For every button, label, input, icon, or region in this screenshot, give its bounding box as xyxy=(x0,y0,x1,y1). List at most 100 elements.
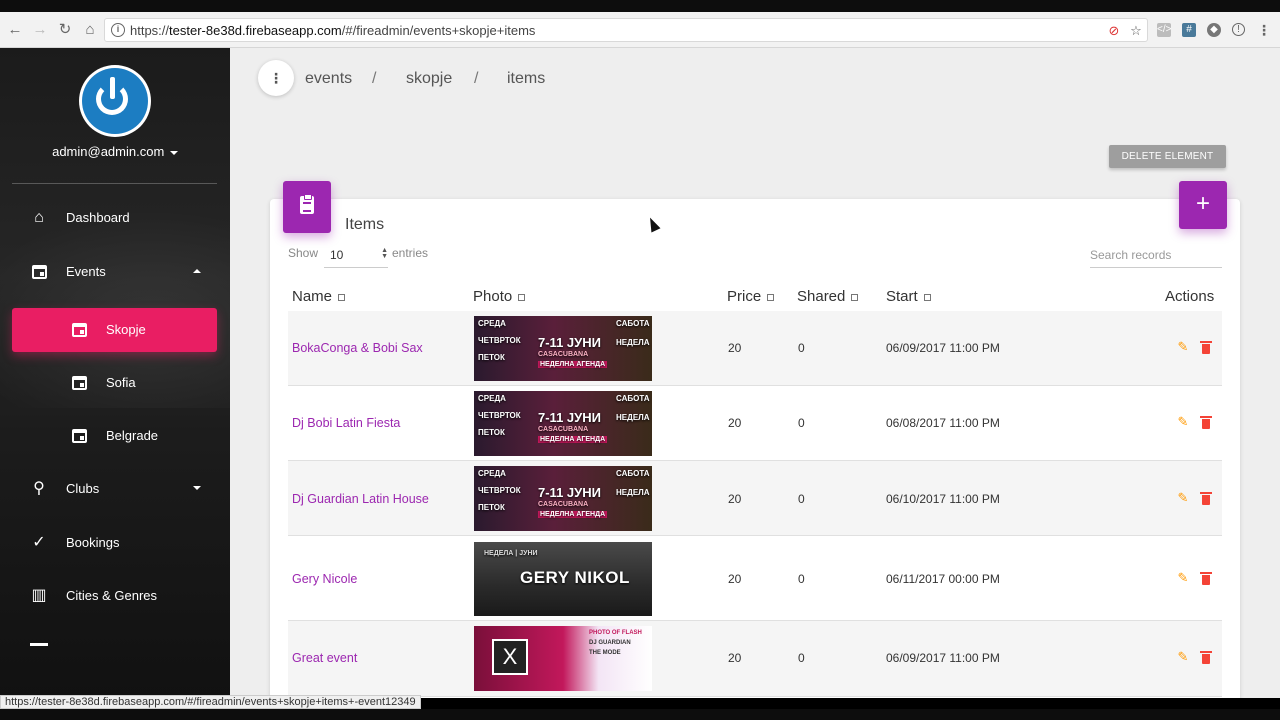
sort-icon xyxy=(923,293,931,301)
add-item-button[interactable]: + xyxy=(1179,181,1227,229)
user-menu[interactable]: admin@admin.com xyxy=(0,144,230,159)
browser-toolbar: ← → ↻ ⌂ i https://tester-8e38d.firebasea… xyxy=(0,12,1280,48)
column-header-shared[interactable]: Shared xyxy=(797,288,859,305)
edit-pencil-icon[interactable]: ✎ xyxy=(1176,571,1190,585)
blocked-popup-icon[interactable]: ⊘ xyxy=(1107,24,1121,38)
edit-pencil-icon[interactable]: ✎ xyxy=(1176,340,1190,354)
show-label: Show xyxy=(288,246,319,260)
item-start: 06/08/2017 11:00 PM xyxy=(886,416,1000,430)
sort-icon xyxy=(518,293,526,301)
home-icon: ⌂ xyxy=(34,209,44,226)
sidebar-item-events[interactable]: Events xyxy=(12,250,217,294)
column-header-actions: Actions xyxy=(1165,288,1215,305)
calendar-icon xyxy=(70,427,88,445)
sort-icon xyxy=(338,293,346,301)
browser-menu-icon[interactable]: ⋮ xyxy=(1257,23,1271,37)
item-photo: НЕДЕЛА | ЈУНИ GERY NIKOL xyxy=(474,542,652,616)
item-photo: СРЕДА ЧЕТВРТОК ПЕТОК 7-11 ЈУНИ CASACUBAN… xyxy=(474,466,652,531)
spinner-arrows-icon: ▲ ▼ xyxy=(381,247,388,260)
edit-pencil-icon[interactable]: ✎ xyxy=(1176,415,1190,429)
check-icon: ✓ xyxy=(32,534,46,551)
column-header-photo[interactable]: Photo xyxy=(473,288,526,305)
item-name-link[interactable]: Gery Nicole xyxy=(292,572,357,586)
item-price: 20 xyxy=(728,492,742,506)
item-shared: 0 xyxy=(798,651,805,665)
column-header-start[interactable]: Start xyxy=(886,288,931,305)
sidebar-item-cities-genres[interactable]: ▥ Cities & Genres xyxy=(12,574,217,618)
home-icon[interactable]: ⌂ xyxy=(81,21,99,39)
app-logo xyxy=(79,65,151,137)
sidebar-item-skopje[interactable]: Skopje xyxy=(12,308,217,352)
item-name-link[interactable]: Dj Guardian Latin House xyxy=(292,492,429,506)
edit-pencil-icon[interactable]: ✎ xyxy=(1176,650,1190,664)
delete-trash-icon[interactable] xyxy=(1200,651,1212,664)
table-row[interactable]: BokaConga & Bobi Sax СРЕДА ЧЕТВРТОК ПЕТО… xyxy=(288,311,1222,386)
delete-trash-icon[interactable] xyxy=(1200,572,1212,585)
sidebar-item-partial-icon xyxy=(30,643,48,646)
table-row[interactable]: Gery Nicole НЕДЕЛА | ЈУНИ GERY NIKOL 20 … xyxy=(288,537,1222,621)
item-shared: 0 xyxy=(798,341,805,355)
column-header-price[interactable]: Price xyxy=(727,288,775,305)
city-icon: ▥ xyxy=(31,587,47,604)
extension-code-icon[interactable]: </> xyxy=(1157,23,1171,37)
sidebar-item-dashboard[interactable]: ⌂ Dashboard xyxy=(12,196,217,240)
calendar-icon xyxy=(70,321,88,339)
table-row[interactable]: Great event X PHOTO OF FLASH DJ GUARDIAN… xyxy=(288,621,1222,697)
breadcrumb-items: items xyxy=(507,70,546,87)
table-row[interactable]: Dj Guardian Latin House СРЕДА ЧЕТВРТОК П… xyxy=(288,461,1222,536)
breadcrumb-menu-button[interactable]: ⋮ xyxy=(258,60,294,96)
sort-icon xyxy=(851,293,859,301)
delete-trash-icon[interactable] xyxy=(1200,416,1212,429)
reload-icon[interactable]: ↻ xyxy=(56,21,74,39)
breadcrumb-separator: / xyxy=(474,70,479,87)
bookmark-star-icon[interactable]: ☆ xyxy=(1129,24,1143,38)
item-price: 20 xyxy=(728,572,742,586)
back-arrow-icon[interactable]: ← xyxy=(6,21,24,39)
breadcrumb-events[interactable]: events xyxy=(305,70,352,88)
item-name-link[interactable]: Great event xyxy=(292,651,357,665)
x-logo-icon: X xyxy=(492,639,528,675)
extension-info-icon[interactable]: ! xyxy=(1232,23,1245,36)
item-price: 20 xyxy=(728,341,742,355)
calendar-icon xyxy=(70,374,88,392)
item-name-link[interactable]: BokaConga & Bobi Sax xyxy=(292,341,423,355)
item-photo: X PHOTO OF FLASH DJ GUARDIAN THE MODE xyxy=(474,626,652,691)
calendar-icon xyxy=(30,263,48,281)
item-shared: 0 xyxy=(798,492,805,506)
address-bar[interactable]: i https://tester-8e38d.firebaseapp.com/#… xyxy=(104,18,1148,42)
table-row[interactable]: Dj Bobi Latin Fiesta СРЕДА ЧЕТВРТОК ПЕТО… xyxy=(288,386,1222,461)
delete-element-button[interactable]: DELETE ELEMENT xyxy=(1109,145,1226,168)
item-start: 06/11/2017 00:00 PM xyxy=(886,572,1000,586)
os-bottom-bar xyxy=(0,709,1280,720)
site-info-icon[interactable]: i xyxy=(111,23,125,37)
sidebar-item-belgrade[interactable]: Belgrade xyxy=(12,414,217,458)
breadcrumb-skopje[interactable]: skopje xyxy=(406,70,452,88)
item-name-link[interactable]: Dj Bobi Latin Fiesta xyxy=(292,416,400,430)
forward-arrow-icon[interactable]: → xyxy=(31,21,49,39)
item-shared: 0 xyxy=(798,416,805,430)
card-title: Items xyxy=(345,216,385,233)
delete-trash-icon[interactable] xyxy=(1200,492,1212,505)
column-header-name[interactable]: Name xyxy=(292,288,346,305)
chevron-down-icon xyxy=(193,486,201,490)
item-shared: 0 xyxy=(798,572,805,586)
status-bar-url: https://tester-8e38d.firebaseapp.com/#/f… xyxy=(0,695,421,709)
page-size-select[interactable]: 10 ▲ ▼ xyxy=(324,244,388,268)
item-photo: СРЕДА ЧЕТВРТОК ПЕТОК 7-11 ЈУНИ CASACUBAN… xyxy=(474,316,652,381)
os-top-bar xyxy=(0,0,1280,12)
extension-grid-icon[interactable]: # xyxy=(1182,23,1196,37)
location-pin-icon: ⚲ xyxy=(33,480,45,497)
sidebar-item-clubs[interactable]: ⚲ Clubs xyxy=(12,467,217,511)
sort-icon xyxy=(767,293,775,301)
caret-down-icon xyxy=(169,150,178,155)
search-input[interactable]: Search records xyxy=(1090,246,1222,268)
sidebar-item-bookings[interactable]: ✓ Bookings xyxy=(12,521,217,565)
chevron-up-icon xyxy=(193,269,201,273)
main-content: ⋮ events / skopje / items DELETE ELEMENT… xyxy=(230,48,1280,698)
edit-pencil-icon[interactable]: ✎ xyxy=(1176,491,1190,505)
entries-label: entries xyxy=(392,246,429,260)
extension-shield-icon[interactable]: ◆ xyxy=(1207,23,1221,37)
sidebar-item-sofia[interactable]: Sofia xyxy=(12,361,217,405)
item-price: 20 xyxy=(728,416,742,430)
delete-trash-icon[interactable] xyxy=(1200,341,1212,354)
